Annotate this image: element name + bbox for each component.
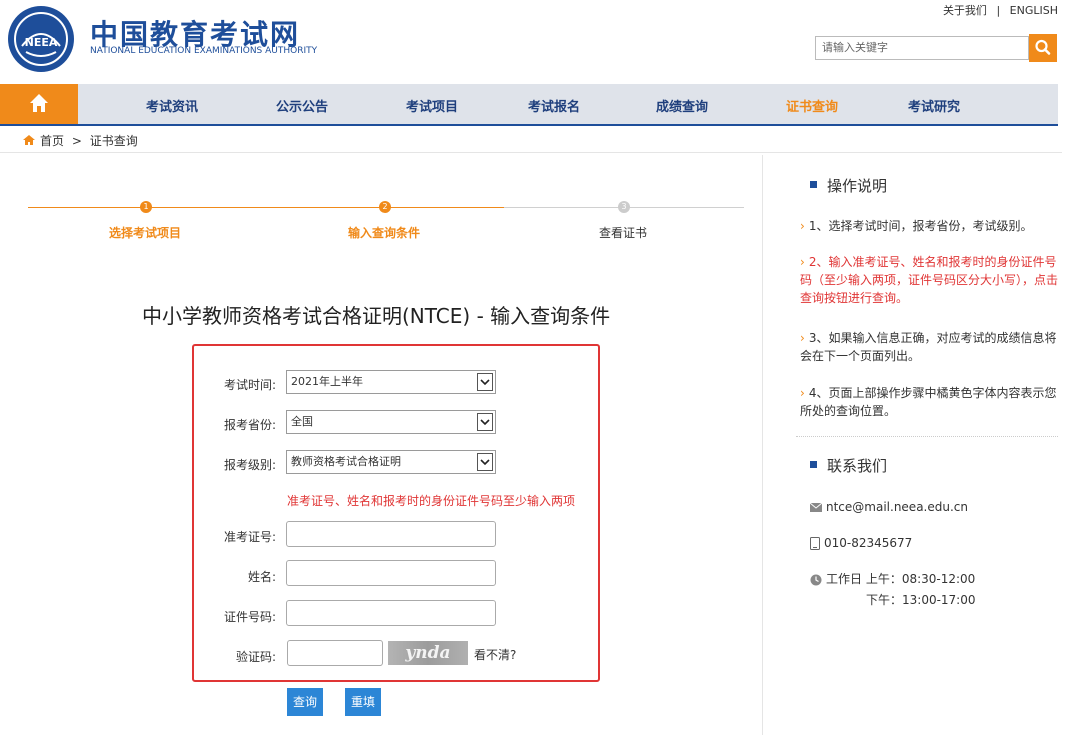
contact-email: ntce@mail.neea.edu.cn: [810, 500, 968, 514]
province-select[interactable]: 全国: [286, 410, 496, 434]
chevron-down-icon: [480, 379, 490, 386]
chevron-down-icon: [480, 459, 490, 466]
square-bullet-icon: [810, 461, 817, 468]
breadcrumb-current: 证书查询: [89, 134, 138, 148]
step-1-marker: 1: [140, 201, 152, 213]
nav-item-exam-news[interactable]: 考试资讯: [146, 96, 198, 115]
hours-pm: 下午：13:00-17:00: [866, 593, 976, 607]
level-select[interactable]: 教师资格考试合格证明: [286, 450, 496, 474]
site-subtitle: NATIONAL EDUCATION EXAMINATIONS AUTHORIT…: [90, 46, 318, 56]
query-form: [192, 344, 600, 682]
id-number-label: 证件号码:: [223, 610, 276, 624]
nav-home-button[interactable]: [0, 84, 78, 124]
step-3-label: 查看证书: [599, 226, 648, 240]
input-hint: 准考证号、姓名和报考时的身份证件号码至少输入两项: [287, 494, 576, 508]
captcha-refresh-link[interactable]: 看不清?: [474, 646, 516, 663]
breadcrumb-home-link[interactable]: 首页: [40, 134, 64, 148]
instruction-text: 2、输入准考证号、姓名和报考时的身份证件号码（至少输入两项，证件号码区分大小写）…: [800, 255, 1059, 305]
sidebar-separator: [796, 436, 1058, 438]
about-link[interactable]: 关于我们: [943, 4, 987, 17]
dropdown-arrow: [477, 413, 493, 431]
contact-hours: 工作日 上午：08:30-12:00: [810, 570, 975, 587]
exam-time-label: 考试时间:: [223, 378, 276, 392]
step-2-label: 输入查询条件: [348, 226, 421, 240]
breadcrumb: 首页 > 证书查询: [22, 132, 138, 149]
exam-time-select[interactable]: 2021年上半年: [286, 370, 496, 394]
dropdown-arrow: [477, 373, 493, 391]
nav-item-exam-research[interactable]: 考试研究: [908, 96, 960, 115]
english-link[interactable]: ENGLISH: [1010, 4, 1058, 17]
captcha-image[interactable]: ynda: [388, 641, 468, 665]
contact-phone: 010-82345677: [810, 536, 912, 550]
chevron-down-icon: [480, 419, 490, 426]
search-button[interactable]: [1029, 34, 1057, 62]
nav-item-announcements[interactable]: 公示公告: [276, 96, 328, 115]
home-icon: [23, 135, 35, 145]
square-bullet-icon: [810, 181, 817, 188]
chevron-right-icon: ›: [800, 255, 805, 269]
id-number-input[interactable]: [286, 600, 496, 626]
chevron-right-icon: ›: [800, 331, 805, 345]
phone-icon: [810, 537, 820, 550]
ticket-number-input[interactable]: [286, 521, 496, 547]
dropdown-arrow: [477, 453, 493, 471]
instruction-item: › 4、页面上部操作步骤中橘黄色字体内容表示您所处的查询位置。: [800, 384, 1058, 420]
contact-heading: 联系我们: [810, 455, 887, 476]
page-title: 中小学教师资格考试合格证明(NTCE) - 输入查询条件: [142, 304, 611, 328]
instruction-item: › 2、输入准考证号、姓名和报考时的身份证件号码（至少输入两项，证件号码区分大小写…: [800, 253, 1058, 307]
sidebar-divider: [762, 155, 763, 735]
name-input[interactable]: [286, 560, 496, 586]
clock-icon: [810, 574, 822, 585]
contact-title: 联系我们: [827, 457, 888, 475]
captcha-input[interactable]: [287, 640, 383, 666]
nav-item-exam-projects[interactable]: 考试项目: [406, 96, 458, 115]
phone-value: 010-82345677: [824, 536, 913, 550]
nav-item-score-query[interactable]: 成绩查询: [656, 96, 708, 115]
breadcrumb-separator: >: [71, 134, 82, 148]
step-progress-done: [28, 207, 504, 208]
province-value: 全国: [291, 415, 313, 428]
email-value[interactable]: ntce@mail.neea.edu.cn: [826, 500, 968, 514]
instruction-item: › 1、选择考试时间，报考省份，考试级别。: [800, 217, 1058, 235]
search-icon: [1035, 39, 1051, 55]
instruction-text: 1、选择考试时间，报考省份，考试级别。: [808, 219, 1033, 233]
top-links-separator: |: [996, 4, 1001, 17]
chevron-right-icon: ›: [800, 219, 805, 233]
chevron-right-icon: ›: [800, 386, 805, 400]
hours-am: 工作日 上午：08:30-12:00: [826, 572, 976, 586]
main-nav: 考试资讯 公示公告 考试项目 考试报名 成绩查询 证书查询 考试研究: [0, 84, 1058, 126]
mail-icon: [810, 503, 822, 512]
home-icon: [30, 94, 48, 112]
instructions-title: 操作说明: [827, 177, 888, 195]
ticket-label: 准考证号:: [223, 530, 276, 544]
svg-text:NEEA: NEEA: [25, 36, 58, 49]
query-button[interactable]: 查询: [287, 688, 323, 716]
top-links: 关于我们 | ENGLISH: [943, 2, 1058, 18]
step-1-label[interactable]: 选择考试项目: [109, 224, 181, 241]
nav-item-certificate-query[interactable]: 证书查询: [786, 96, 838, 115]
nav-item-exam-registration[interactable]: 考试报名: [528, 96, 580, 115]
level-value: 教师资格考试合格证明: [291, 455, 401, 468]
breadcrumb-divider: [0, 152, 1062, 153]
reset-button[interactable]: 重填: [345, 688, 381, 716]
search-input[interactable]: 请输入关键字: [815, 36, 1029, 60]
neea-logo[interactable]: NEEA: [8, 6, 74, 72]
instruction-text: 3、如果输入信息正确，对应考试的成绩信息将会在下一个页面列出。: [800, 331, 1057, 363]
step-3-marker: 3: [618, 201, 630, 213]
province-label: 报考省份:: [223, 418, 276, 432]
exam-time-value: 2021年上半年: [291, 375, 363, 388]
name-label: 姓名:: [247, 570, 276, 584]
captcha-label: 验证码:: [235, 650, 276, 664]
level-label: 报考级别:: [223, 458, 276, 472]
instruction-item: › 3、如果输入信息正确，对应考试的成绩信息将会在下一个页面列出。: [800, 329, 1058, 365]
instruction-text: 4、页面上部操作步骤中橘黄色字体内容表示您所处的查询位置。: [800, 386, 1057, 418]
step-2-marker: 2: [379, 201, 391, 213]
instructions-heading: 操作说明: [810, 175, 887, 196]
